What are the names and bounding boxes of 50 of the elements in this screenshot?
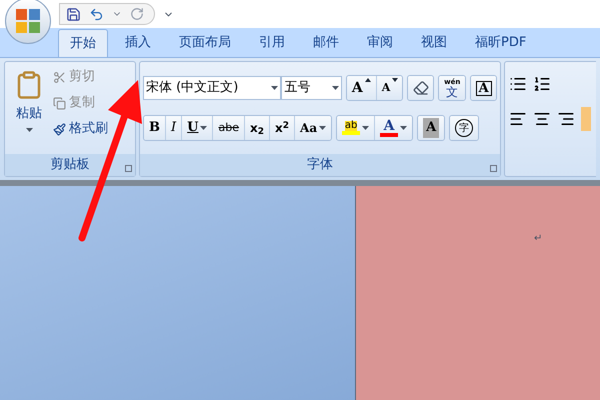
group-label: 剪贴板 [50,156,90,174]
ribbon-tab[interactable]: 插入 [114,29,162,57]
align-center-icon[interactable] [533,110,551,128]
paragraph-mark: ↵ [534,233,542,244]
script-button[interactable]: x$^{2}$ [270,116,296,140]
enclose-button[interactable]: 字 [450,116,478,140]
italic-button[interactable]: I [166,116,182,140]
ribbon-tab[interactable]: 引用 [248,29,296,57]
office-logo-icon [15,8,41,34]
underline-button[interactable]: U [182,116,214,140]
caret-icon [26,128,32,132]
clipboard-item[interactable]: 格式刷 [53,117,108,141]
script-button[interactable]: x$_{2}$ [244,116,270,140]
paste-button[interactable]: 粘贴 [5,62,53,154]
office-button[interactable] [5,0,51,44]
color-button[interactable]: A [375,116,412,140]
up-triangle-icon [364,78,371,82]
eraser-icon [412,80,429,96]
caret-icon [271,86,278,90]
launcher-icon[interactable] [125,165,132,172]
launcher-icon[interactable] [490,165,497,172]
highlight-button[interactable]: ab [337,116,376,140]
strike-button[interactable]: abe [213,116,245,140]
ribbon-tab[interactable]: 页面布局 [168,29,242,57]
shrink-button[interactable]: A [376,76,402,100]
clear-button[interactable] [408,76,434,100]
grow-button[interactable]: A [346,76,377,100]
font-name-field[interactable]: 宋体 (中文正文) [143,76,282,100]
border-button[interactable]: A [470,76,496,100]
numbering-icon[interactable] [533,75,551,93]
ribbon-tab[interactable]: 邮件 [302,29,350,57]
shading-button[interactable]: A [418,116,444,140]
down-triangle-icon [392,78,398,82]
ribbon-tab[interactable]: 审阅 [356,29,404,57]
align-left-icon[interactable] [509,110,527,128]
case-button[interactable]: Aa [295,116,332,140]
undo-icon[interactable] [89,6,104,22]
bold-button[interactable]: B [144,116,166,140]
ribbon-tab[interactable]: 视图 [410,29,458,57]
painter-icon [53,122,66,136]
copy-icon [53,96,66,110]
group-label: 字体 [307,156,333,174]
ribbon-tab[interactable]: 福昕PDF [464,29,538,57]
bullets-icon[interactable] [509,75,527,93]
align-right-icon[interactable] [557,110,575,128]
cut-icon [53,70,66,84]
ribbon-tab[interactable]: 开始 [58,29,108,57]
caret-icon [332,86,339,90]
save-icon[interactable] [66,6,81,22]
font-size-field[interactable]: 五号 [281,76,342,100]
